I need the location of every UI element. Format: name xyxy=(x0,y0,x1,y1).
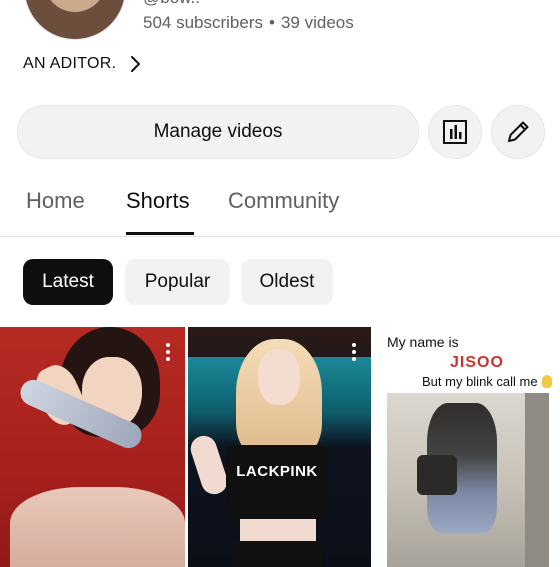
video-count: 39 videos xyxy=(280,13,354,32)
edit-channel-button[interactable] xyxy=(491,105,545,159)
thumbnail-art xyxy=(525,393,549,567)
channel-tabs: Home Shorts Community xyxy=(0,178,560,237)
active-tab-indicator xyxy=(126,232,194,235)
filter-chip-oldest[interactable]: Oldest xyxy=(241,259,333,305)
chevron-right-icon xyxy=(131,56,141,72)
channel-handle: @bow.. xyxy=(143,0,200,8)
thumbnail-art xyxy=(10,487,185,567)
analytics-button[interactable] xyxy=(428,105,482,159)
shirt-print-text: LACKPINK xyxy=(236,463,318,480)
thumbnail-art xyxy=(417,455,457,495)
analytics-icon xyxy=(443,120,467,144)
channel-avatar[interactable] xyxy=(24,0,126,40)
thumbnail-art xyxy=(240,519,316,541)
short-caption-line1: My name is xyxy=(387,334,459,350)
pinching-hand-icon xyxy=(541,375,552,388)
short-caption-line3-text: But my blink call me xyxy=(422,374,538,389)
stats-separator: • xyxy=(269,13,275,32)
thumbnail-art xyxy=(258,349,300,405)
more-options-icon[interactable] xyxy=(352,343,356,361)
tab-community[interactable]: Community xyxy=(228,188,339,214)
channel-description: AN ADITOR. xyxy=(23,55,117,72)
short-thumbnail-1[interactable] xyxy=(0,327,185,567)
short-caption-line2: JISOO xyxy=(450,354,504,371)
short-thumbnail-3[interactable]: My name is JISOO But my blink call me xyxy=(374,327,560,567)
channel-stats: 504 subscribers • 39 videos xyxy=(143,13,354,33)
short-caption-line3: But my blink call me xyxy=(422,374,552,389)
tab-shorts[interactable]: Shorts xyxy=(126,188,190,214)
filter-chip-latest[interactable]: Latest xyxy=(23,259,113,305)
manage-videos-button[interactable]: Manage videos xyxy=(17,105,419,159)
subscriber-count: 504 subscribers xyxy=(143,13,264,32)
thumbnail-art xyxy=(232,541,322,567)
short-photo xyxy=(387,393,549,567)
filter-chip-popular[interactable]: Popular xyxy=(125,259,230,305)
channel-description-link[interactable]: AN ADITOR. xyxy=(23,55,142,73)
more-options-icon[interactable] xyxy=(166,343,170,361)
short-thumbnail-2[interactable]: LACKPINK xyxy=(188,327,371,567)
pencil-icon xyxy=(508,121,529,142)
thumbnail-art: LACKPINK xyxy=(226,445,328,519)
tab-home[interactable]: Home xyxy=(26,188,85,214)
